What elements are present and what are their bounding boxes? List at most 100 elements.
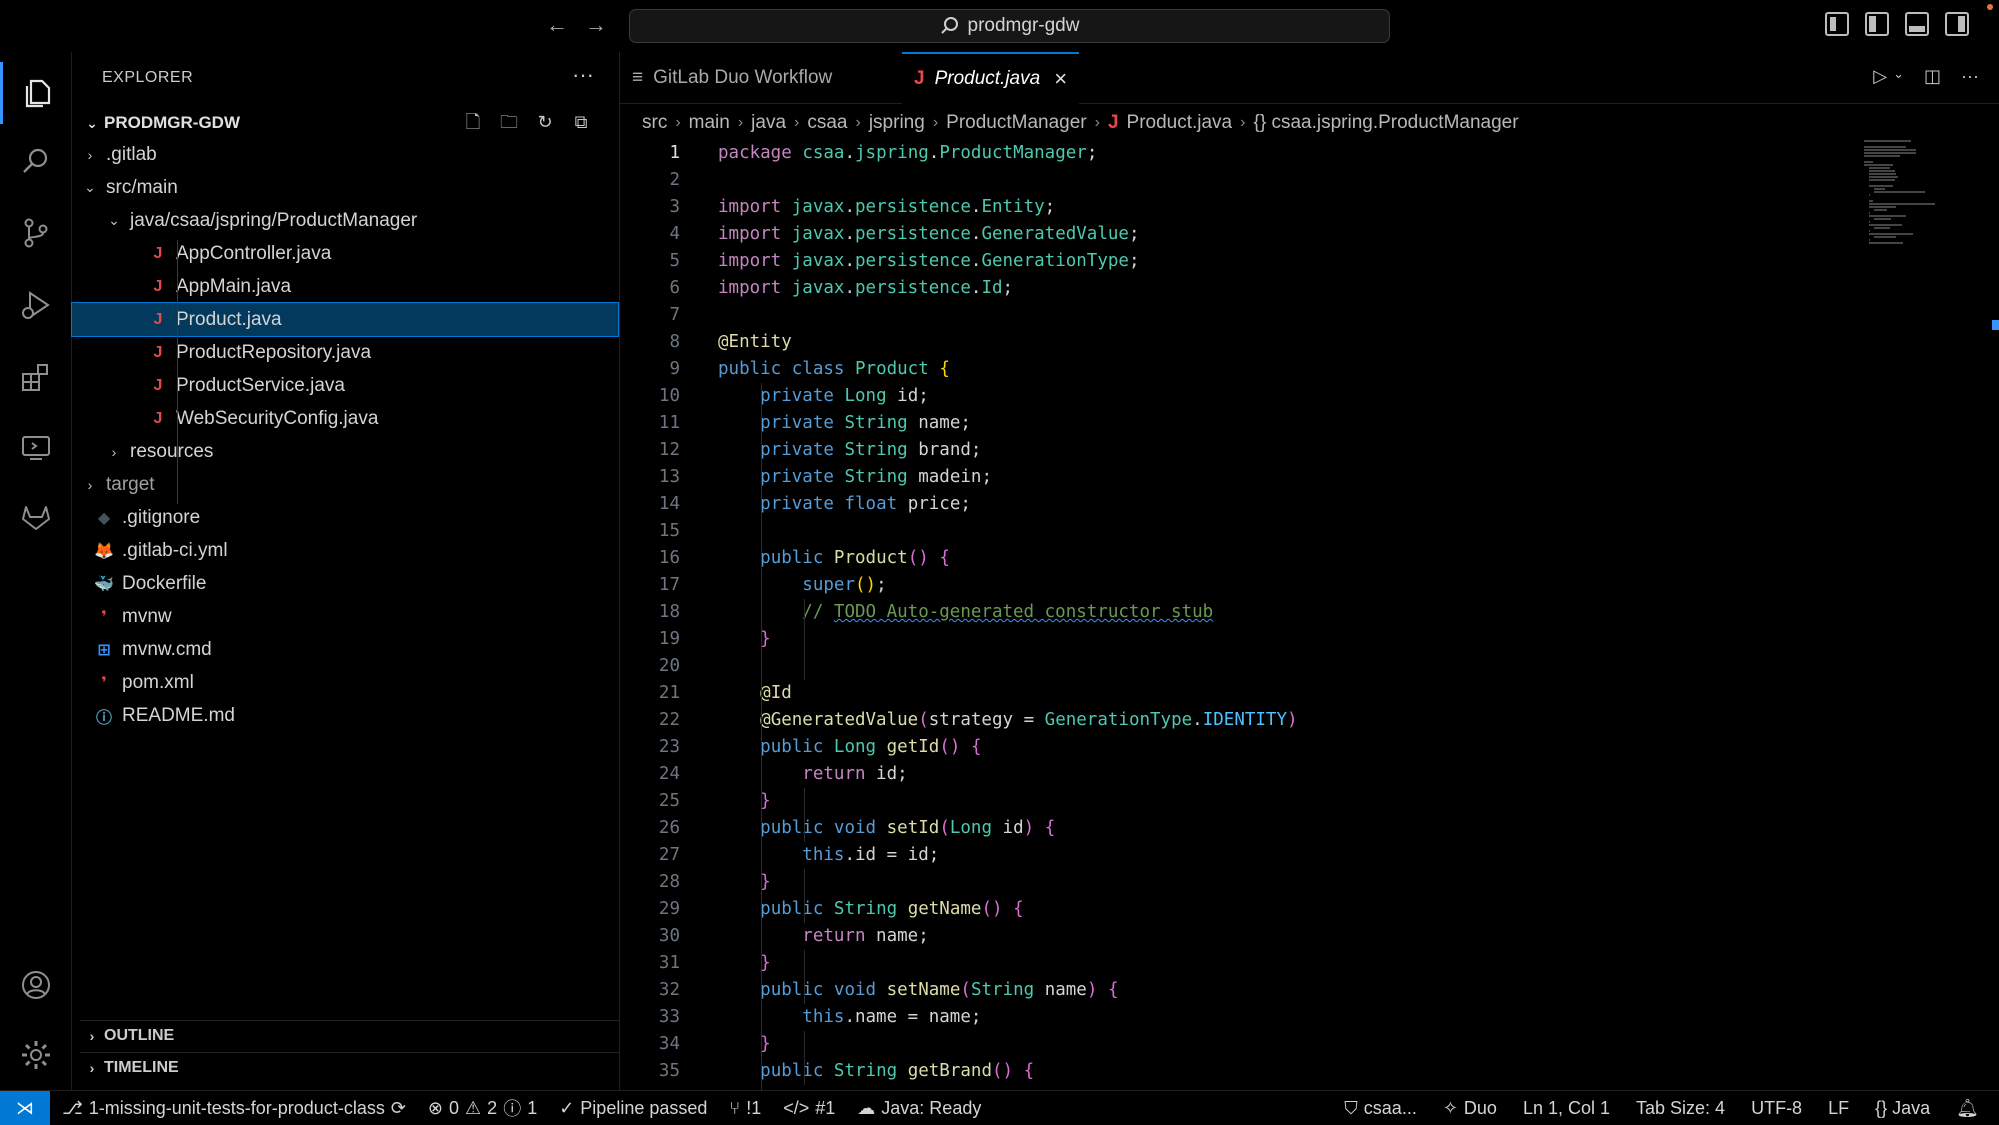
- tree-item[interactable]: ❜ mvnw: [72, 600, 618, 633]
- customize-layout-icon[interactable]: [1825, 12, 1849, 36]
- breadcrumb-segment[interactable]: src: [642, 112, 667, 134]
- toggle-primary-sidebar-icon[interactable]: [1865, 12, 1889, 36]
- line-number: 30: [658, 926, 680, 946]
- tab-size[interactable]: Tab Size: 4: [1636, 1098, 1725, 1119]
- tree-item[interactable]: ◆ .gitignore: [72, 501, 618, 534]
- chevron-down-icon[interactable]: ⌄: [1893, 66, 1904, 87]
- breadcrumb-segment[interactable]: java: [751, 112, 786, 134]
- code-editor[interactable]: 1 package csaa.jspring.ProductManager; 2 3 i…: [620, 140, 1850, 1112]
- explorer-title: EXPLORER: [102, 69, 194, 86]
- merge-request-status[interactable]: ⑂ !1: [729, 1098, 761, 1119]
- breadcrumb-segment[interactable]: main: [689, 112, 730, 134]
- problems-status[interactable]: ⊗ 0 ⚠ 2 ⓘ 1: [428, 1095, 537, 1121]
- line-number: 20: [658, 656, 680, 676]
- line-text: public String getName() {: [760, 899, 1024, 919]
- editor-tabs: ≡ GitLab Duo Workflow J Product.java × ▷…: [620, 52, 1999, 104]
- remote-indicator-icon[interactable]: ⋊: [0, 1090, 50, 1125]
- java-status[interactable]: ☁ Java: Ready: [857, 1098, 981, 1119]
- more-actions-icon[interactable]: ···: [1961, 66, 1979, 87]
- tree-item[interactable]: ❜ pom.xml: [72, 666, 618, 699]
- tree-item[interactable]: › .gitlab: [72, 138, 618, 171]
- line-number: 2: [669, 170, 680, 190]
- tab-product-java[interactable]: J Product.java ×: [902, 52, 1080, 104]
- breadcrumb-segment[interactable]: ProductManager: [946, 112, 1086, 134]
- line-text: public Long getId() {: [760, 737, 982, 757]
- tree-item[interactable]: ⌄ java/csaa/jspring/ProductManager: [72, 204, 618, 237]
- tree-item[interactable]: 🐳 Dockerfile: [72, 567, 618, 600]
- code-line: 33 this.name = name;: [620, 1004, 1850, 1031]
- tree-item[interactable]: ⌄ src/main: [72, 171, 618, 204]
- line-text: }: [760, 629, 771, 649]
- file-type-icon: J: [153, 277, 163, 295]
- code-line: 11 private String name;: [620, 410, 1850, 437]
- line-number: 22: [658, 710, 680, 730]
- cursor-position[interactable]: Ln 1, Col 1: [1523, 1098, 1610, 1119]
- command-center-search[interactable]: prodmgr-gdw: [629, 9, 1390, 43]
- tree-item[interactable]: J ProductRepository.java: [72, 336, 618, 369]
- breadcrumb-segment[interactable]: Product.java: [1127, 112, 1233, 134]
- tree-item-label: mvnw: [122, 605, 172, 627]
- chevron-right-icon: ›: [932, 114, 939, 131]
- indent-guide: [804, 869, 805, 923]
- gitlab-icon[interactable]: [0, 486, 72, 548]
- search-icon[interactable]: [0, 130, 72, 192]
- gitlab-account-status[interactable]: ⛉ csaa...: [1344, 1098, 1417, 1119]
- breadcrumb-segment[interactable]: jspring: [869, 112, 925, 134]
- tree-item[interactable]: ⊞ mvnw.cmd: [72, 633, 618, 666]
- source-control-icon[interactable]: [0, 202, 72, 264]
- notifications-bell-icon[interactable]: 🔔︎: [1956, 1098, 1979, 1119]
- tree-item-label: pom.xml: [122, 671, 194, 693]
- settings-gear-icon[interactable]: [0, 1024, 72, 1086]
- breadcrumb-segment[interactable]: {} csaa.jspring.ProductManager: [1253, 112, 1518, 134]
- tree-item[interactable]: J Product.java: [71, 302, 619, 337]
- extensions-icon[interactable]: [0, 346, 72, 408]
- toggle-panel-icon[interactable]: [1905, 12, 1929, 36]
- minimap-line: [1874, 209, 1888, 211]
- timeline-section[interactable]: › TIMELINE: [80, 1052, 620, 1082]
- line-text: import javax.persistence.Entity;: [718, 197, 1056, 217]
- tree-item[interactable]: J AppMain.java: [72, 270, 618, 303]
- issue-status[interactable]: </> #1: [783, 1098, 835, 1119]
- language-mode[interactable]: {} Java: [1875, 1098, 1930, 1119]
- line-text: @GeneratedValue(strategy = GenerationTyp…: [760, 710, 1298, 730]
- tab-gitlab-duo-workflow[interactable]: ≡ GitLab Duo Workflow: [620, 52, 844, 104]
- tree-item[interactable]: › resources: [72, 435, 618, 468]
- tree-item[interactable]: J ProductService.java: [72, 369, 618, 402]
- code-line: 9 public class Product {: [620, 356, 1850, 383]
- line-text: // TODO Auto-generated constructor stub: [802, 602, 1214, 622]
- close-icon[interactable]: ×: [1054, 66, 1067, 92]
- duo-icon: ✧: [1442, 1098, 1458, 1118]
- tree-item[interactable]: J AppController.java: [72, 237, 618, 270]
- toggle-secondary-sidebar-icon[interactable]: [1945, 12, 1969, 36]
- forward-arrow-icon[interactable]: →: [583, 12, 609, 38]
- code-line: 5 import javax.persistence.GenerationType…: [620, 248, 1850, 275]
- tree-item[interactable]: › target: [72, 468, 618, 501]
- run-icon[interactable]: ▷: [1873, 66, 1887, 87]
- refresh-icon[interactable]: ↻: [534, 111, 556, 133]
- tree-item[interactable]: J WebSecurityConfig.java: [72, 402, 618, 435]
- branch-status[interactable]: ⎇ 1-missing-unit-tests-for-product-class…: [62, 1098, 406, 1119]
- breadcrumb-segment[interactable]: csaa: [807, 112, 847, 134]
- end-of-line[interactable]: LF: [1828, 1098, 1849, 1119]
- line-number: 34: [658, 1034, 680, 1054]
- more-actions-icon[interactable]: ···: [572, 62, 594, 88]
- line-text: private String brand;: [760, 440, 982, 460]
- new-folder-icon[interactable]: 🗀: [498, 111, 520, 133]
- tree-item[interactable]: ⓘ README.md: [72, 699, 618, 732]
- split-editor-icon[interactable]: ◫: [1924, 66, 1941, 87]
- explorer-icon[interactable]: [0, 62, 72, 124]
- accounts-icon[interactable]: [0, 954, 72, 1016]
- outline-section[interactable]: › OUTLINE: [80, 1020, 620, 1050]
- tree-item[interactable]: 🦊 .gitlab-ci.yml: [72, 534, 618, 567]
- minimap[interactable]: [1860, 136, 1980, 256]
- code-line: 4 import javax.persistence.GeneratedValue…: [620, 221, 1850, 248]
- new-file-icon[interactable]: 🗋: [462, 111, 484, 133]
- run-and-debug-icon[interactable]: [0, 274, 72, 336]
- encoding[interactable]: UTF-8: [1751, 1098, 1802, 1119]
- back-arrow-icon[interactable]: ←: [544, 12, 570, 38]
- line-number: 12: [658, 440, 680, 460]
- collapse-all-icon[interactable]: ⧉: [570, 111, 592, 133]
- pipeline-status[interactable]: ✓ Pipeline passed: [559, 1098, 707, 1119]
- remote-explorer-icon[interactable]: [0, 416, 72, 478]
- duo-status[interactable]: ✧ Duo: [1443, 1098, 1497, 1119]
